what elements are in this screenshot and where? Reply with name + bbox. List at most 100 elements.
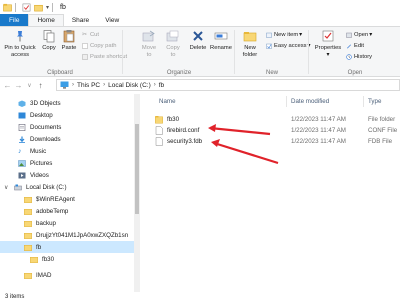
title-bar: ▾ fb (0, 0, 400, 14)
copy-to-button[interactable]: Copy to (164, 29, 182, 58)
properties-button[interactable]: Properties ▾ (314, 29, 342, 58)
copy-button[interactable]: Copy (40, 29, 58, 52)
delete-button[interactable]: Delete (188, 29, 208, 52)
breadcrumb-separator-icon: › (72, 82, 74, 88)
nav-item-drujjz[interactable]: DrujjzYt041M1JpA0xwZXQZb1sn (0, 229, 134, 241)
nav-item-3d-objects[interactable]: 3D Objects (0, 97, 134, 109)
open-button[interactable]: Open ▾ (346, 32, 372, 38)
nav-item-imad[interactable]: IMAD (0, 269, 134, 281)
status-bar: 3 items (0, 292, 400, 302)
pin-label: Pin to Quick access (4, 45, 36, 58)
rename-button[interactable]: Rename (210, 29, 232, 52)
nav-item-fb30[interactable]: fb30 (0, 253, 134, 265)
folder-open-icon (24, 244, 32, 251)
nav-item-backup[interactable]: backup (0, 217, 134, 229)
up-arrow-icon[interactable]: ↑ (35, 81, 46, 90)
nav-item-documents[interactable]: Documents (0, 121, 134, 133)
ribbon-tabs: File Home Share View (0, 14, 400, 27)
folder-icon (24, 220, 32, 227)
history-button[interactable]: History (346, 54, 372, 60)
expand-chevron-icon[interactable]: ∨ (4, 184, 14, 191)
nav-item-pictures[interactable]: Pictures (0, 157, 134, 169)
organize-group: Move to Copy to Delete Rename Organize (124, 27, 234, 77)
breadcrumb-this-pc[interactable]: This PC (77, 82, 100, 89)
tab-view[interactable]: View (97, 14, 127, 26)
clipboard-group-label: Clipboard (47, 70, 73, 76)
back-arrow-icon[interactable]: ← (2, 81, 13, 90)
file-list: Name Date modified Type fb30 1/22/2023 1… (141, 94, 400, 292)
pin-icon (17, 31, 23, 42)
file-name: fb30 (167, 116, 180, 123)
new-folder-quick-icon[interactable] (34, 3, 43, 12)
nav-item-music[interactable]: ♪ Music (0, 145, 134, 157)
file-date: 1/22/2023 11:47 AM (291, 127, 346, 134)
address-row: ← → ∨ ↑ › This PC › Local Disk (C:) › fb (0, 77, 400, 94)
breadcrumb-separator-icon: › (103, 82, 106, 88)
move-to-button[interactable]: Move to (140, 29, 158, 58)
quick-access-dropdown[interactable]: ▾ (46, 4, 49, 11)
file-name: security3.fdb (167, 138, 203, 145)
file-type: CONF File (368, 127, 398, 134)
this-pc-icon (60, 81, 69, 89)
nav-scrollbar[interactable] (134, 94, 140, 292)
copy-to-icon (166, 30, 179, 42)
properties-icon (322, 30, 334, 42)
breadcrumb-fb[interactable]: fb (159, 82, 164, 89)
nav-item-adobetemp[interactable]: adobeTemp (0, 205, 134, 217)
folder-icon (24, 272, 32, 279)
tab-share[interactable]: Share (64, 14, 97, 26)
file-date: 1/22/2023 11:47 AM (291, 116, 346, 123)
cut-label: Cut (90, 32, 100, 38)
nav-item-desktop[interactable]: Desktop (0, 109, 134, 121)
desktop-icon (18, 112, 26, 118)
cut-button[interactable]: ✂ Cut (82, 32, 99, 38)
nav-item-local-disk[interactable]: ∨ Local Disk (C:) (0, 181, 134, 193)
folder-icon (24, 208, 32, 215)
history-icon (346, 54, 352, 60)
nav-item-videos[interactable]: Videos (0, 169, 134, 181)
tab-file[interactable]: File (0, 14, 29, 26)
new-item-button[interactable]: New item ▾ (266, 32, 302, 38)
properties-label: Properties (314, 45, 342, 51)
new-folder-button[interactable]: New folder (238, 29, 262, 58)
recent-locations-chevron-icon[interactable]: ∨ (24, 82, 35, 89)
folder-icon (30, 256, 38, 263)
breadcrumb-local-disk[interactable]: Local Disk (C:) (108, 82, 151, 89)
open-icon (346, 32, 352, 38)
navigation-pane: 3D Objects Desktop Documents Downloads ♪… (0, 94, 134, 292)
column-header-name[interactable]: Name (159, 98, 176, 105)
file-row[interactable]: security3.fdb 1/22/2023 11:47 AM FDB Fil… (141, 136, 400, 147)
pin-to-quick-access-button[interactable]: Pin to Quick access (2, 29, 38, 58)
file-type: File folder (368, 116, 396, 123)
edit-button[interactable]: Edit (346, 43, 364, 49)
new-group: New folder New item ▾ Easy access ▾ New (236, 27, 310, 77)
pictures-icon (18, 159, 26, 167)
paste-button[interactable]: Paste (60, 29, 78, 52)
window-title: fb (60, 3, 66, 11)
copy-path-button[interactable]: Copy path (82, 43, 116, 49)
nav-item-winreagent[interactable]: $WinREAgent (0, 193, 134, 205)
new-folder-label: New folder (242, 45, 258, 58)
file-row[interactable]: fb30 1/22/2023 11:47 AM File folder (141, 114, 400, 125)
clipboard-group: Pin to Quick access Copy Paste ✂ Cut Cop… (0, 27, 127, 77)
paste-icon (63, 30, 75, 43)
downloads-icon (19, 136, 25, 143)
rename-icon (214, 32, 228, 40)
nav-item-fb[interactable]: fb (0, 241, 134, 253)
3d-objects-icon (18, 100, 26, 107)
nav-item-downloads[interactable]: Downloads (0, 133, 134, 145)
column-header-date[interactable]: Date modified (291, 98, 329, 105)
properties-check-icon[interactable] (22, 3, 31, 12)
copy-icon (43, 30, 55, 43)
forward-arrow-icon[interactable]: → (13, 81, 24, 90)
file-row[interactable]: firebird.conf 1/22/2023 11:47 AM CONF Fi… (141, 125, 400, 136)
easy-access-button[interactable]: Easy access ▾ (266, 43, 310, 49)
move-to-label: Move to (141, 45, 157, 58)
nav-scrollbar-thumb[interactable] (135, 124, 139, 214)
tab-home[interactable]: Home (28, 14, 64, 26)
documents-icon (18, 123, 26, 131)
edit-label: Edit (354, 43, 364, 49)
column-header-type[interactable]: Type (368, 98, 381, 105)
paste-shortcut-button[interactable]: Paste shortcut (82, 54, 127, 60)
address-bar[interactable]: › This PC › Local Disk (C:) › fb (56, 79, 400, 91)
